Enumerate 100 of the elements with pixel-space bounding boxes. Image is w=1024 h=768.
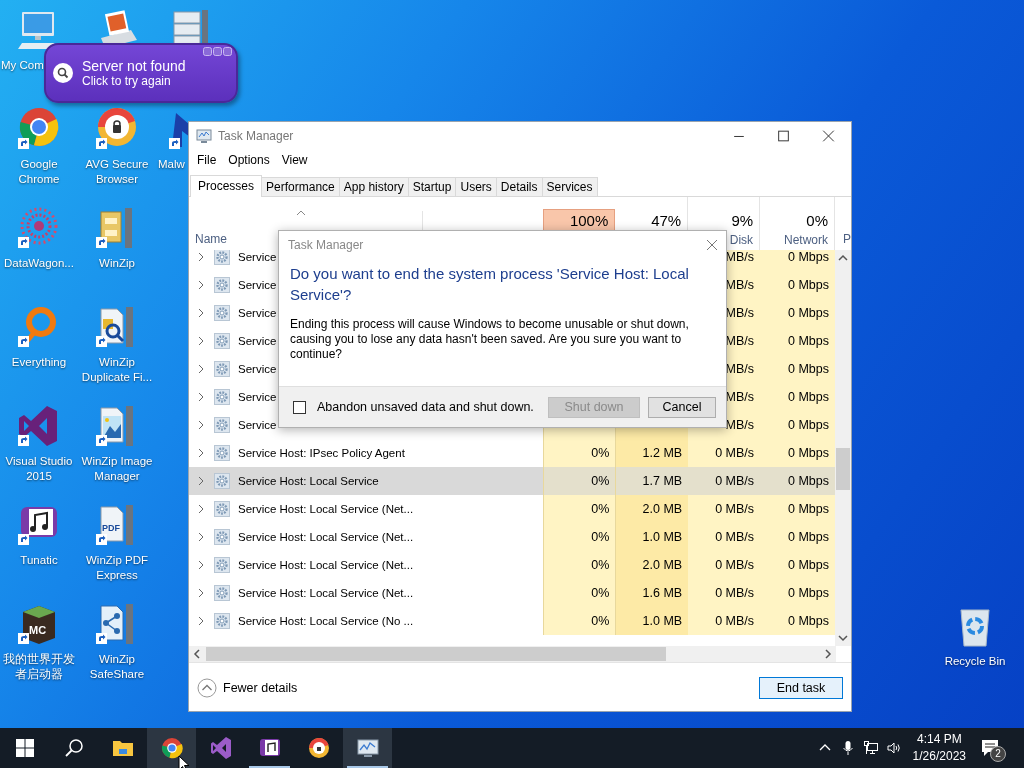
- process-name: Service Host: Local Service (Net...: [238, 503, 414, 515]
- browser-lock-icon[interactable]: [95, 107, 139, 151]
- menu-item[interactable]: File: [191, 153, 223, 167]
- table-cell: 2.0 MB: [642, 558, 683, 572]
- icon-label[interactable]: Recycle Bin: [935, 654, 1015, 669]
- column-header[interactable]: Name: [195, 231, 227, 247]
- browser-icon[interactable]: [17, 107, 61, 151]
- table-cell: 0%: [591, 474, 610, 488]
- process-row[interactable]: Service Host: Local Service (Net... 0% 1.6 MB 0 MB/s 0 Mbps: [189, 579, 835, 607]
- menu-item[interactable]: Options: [222, 153, 276, 167]
- table-cell: 0 Mbps: [788, 530, 829, 544]
- column-header: Disk: [729, 232, 754, 248]
- process-row[interactable]: Service Host: Local Service (Net... 0% 2.0 MB 0 MB/s 0 Mbps: [189, 551, 835, 579]
- table-cell: MB/s: [725, 334, 755, 348]
- process-name: Service: [238, 419, 277, 431]
- process-name: Service: [238, 363, 277, 375]
- vertical-scrollbar[interactable]: [835, 250, 851, 646]
- table-cell: 1.7 MB: [642, 474, 683, 488]
- clock-date[interactable]: 1/26/2023: [912, 748, 966, 765]
- cancel-button[interactable]: Cancel: [648, 396, 716, 418]
- gear-icon: [214, 417, 230, 433]
- tab[interactable]: Services: [541, 177, 598, 196]
- expand-chevron-icon[interactable]: [197, 560, 205, 570]
- network-icon[interactable]: [862, 740, 879, 756]
- gear-icon: [214, 333, 230, 349]
- process-name: Service: [238, 307, 277, 319]
- gear-icon: [214, 613, 230, 629]
- notification-subtitle: Click to try again: [82, 74, 172, 88]
- table-cell: 0%: [591, 446, 610, 460]
- expand-chevron-icon[interactable]: [197, 364, 205, 374]
- gear-icon: [214, 585, 230, 601]
- tab[interactable]: Startup: [407, 177, 457, 196]
- process-row[interactable]: Service Host: Local Service 0% 1.7 MB 0 MB/s 0 Mbps: [189, 467, 835, 495]
- process-row[interactable]: Service Host: Local Service (Net... 0% 2.0 MB 0 MB/s 0 Mbps: [189, 495, 835, 523]
- task-manager-icon: [196, 128, 212, 144]
- close-icon[interactable]: [706, 239, 718, 251]
- column-percent: 9%: [731, 211, 754, 230]
- process-name: Service: [238, 251, 277, 263]
- expand-chevron-icon[interactable]: [197, 308, 205, 318]
- browser-icon: [159, 736, 184, 760]
- expand-chevron-icon[interactable]: [197, 252, 205, 262]
- icon-label[interactable]: WinZip Duplicate Fi...: [77, 355, 157, 385]
- end-task-button[interactable]: End task: [759, 676, 843, 699]
- process-row[interactable]: Service Host: Local Service (No ... 0% 1.0 MB 0 MB/s 0 Mbps: [189, 607, 835, 635]
- process-row[interactable]: Service Host: Local Service (Net... 0% 1.0 MB 0 MB/s 0 Mbps: [189, 523, 835, 551]
- taskbar-button[interactable]: [343, 728, 392, 768]
- table-cell: 0 MB/s: [715, 614, 755, 628]
- tab[interactable]: Details: [495, 177, 543, 196]
- expand-chevron-icon[interactable]: [197, 280, 205, 290]
- column-percent: 47%: [651, 211, 682, 230]
- expand-chevron-icon[interactable]: [197, 616, 205, 626]
- table-cell: MB/s: [725, 362, 755, 376]
- fewer-details-link[interactable]: Fewer details: [223, 680, 298, 695]
- icon-label[interactable]: WinZip SafeShare: [77, 652, 157, 682]
- window-controls-icon[interactable]: [203, 47, 233, 56]
- notification-title: Server not found: [82, 58, 186, 74]
- icon-label[interactable]: 我的世界开发者启动器: [0, 652, 79, 682]
- gear-icon: [214, 529, 230, 545]
- tab[interactable]: App history: [338, 177, 409, 196]
- expand-chevron-icon[interactable]: [197, 476, 205, 486]
- expand-chevron-icon[interactable]: [197, 420, 205, 430]
- expand-chevron-icon[interactable]: [197, 504, 205, 514]
- tab[interactable]: Users: [455, 177, 497, 196]
- table-cell: 0 Mbps: [788, 502, 829, 516]
- icon-label[interactable]: WinZip PDF Express: [77, 553, 157, 583]
- process-name: Service: [238, 335, 277, 347]
- taskbar-button[interactable]: [147, 728, 196, 768]
- expand-chevron-icon[interactable]: [197, 588, 205, 598]
- icon-label[interactable]: WinZip Image Manager: [77, 454, 157, 484]
- process-name: Service Host: Local Service (Net...: [238, 559, 414, 571]
- gear-icon: [214, 445, 230, 461]
- process-row[interactable]: Service Host: IPsec Policy Agent 0% 1.2 MB 0 MB/s 0 Mbps: [189, 439, 835, 467]
- scrollbar-thumb[interactable]: [836, 448, 850, 490]
- dialog-title: Task Manager: [288, 238, 365, 252]
- icon-label[interactable]: Tunatic: [0, 553, 79, 568]
- table-cell: 0 Mbps: [788, 418, 829, 432]
- scrollbar-thumb[interactable]: [206, 647, 666, 661]
- expand-chevron-icon[interactable]: [197, 392, 205, 402]
- clock-time[interactable]: 4:14 PM: [916, 731, 962, 748]
- column-header[interactable]: P: [843, 231, 851, 247]
- collapse-icon[interactable]: [197, 677, 217, 698]
- table-cell: 0 MB/s: [715, 530, 755, 544]
- sort-caret-icon[interactable]: [296, 210, 306, 216]
- browser-lock-icon: [306, 736, 331, 760]
- gear-icon: [214, 557, 230, 573]
- horizontal-scrollbar[interactable]: [189, 646, 836, 662]
- table-cell: 1.0 MB: [642, 614, 683, 628]
- expand-chevron-icon[interactable]: [197, 336, 205, 346]
- checkbox[interactable]: [293, 400, 306, 414]
- expand-chevron-icon[interactable]: [197, 532, 205, 542]
- expand-chevron-icon[interactable]: [197, 448, 205, 458]
- checkbox-label[interactable]: Abandon unsaved data and shut down.: [317, 400, 534, 414]
- tab[interactable]: Performance: [261, 177, 340, 196]
- notification-bubble[interactable]: Server not found Click to try again: [44, 43, 238, 103]
- window-title: Task Manager: [218, 129, 294, 143]
- volume-icon[interactable]: [885, 740, 902, 756]
- table-cell: 1.2 MB: [642, 446, 683, 460]
- menu-item[interactable]: View: [275, 153, 314, 167]
- table-cell: 0%: [591, 530, 610, 544]
- tab[interactable]: Processes: [190, 175, 263, 197]
